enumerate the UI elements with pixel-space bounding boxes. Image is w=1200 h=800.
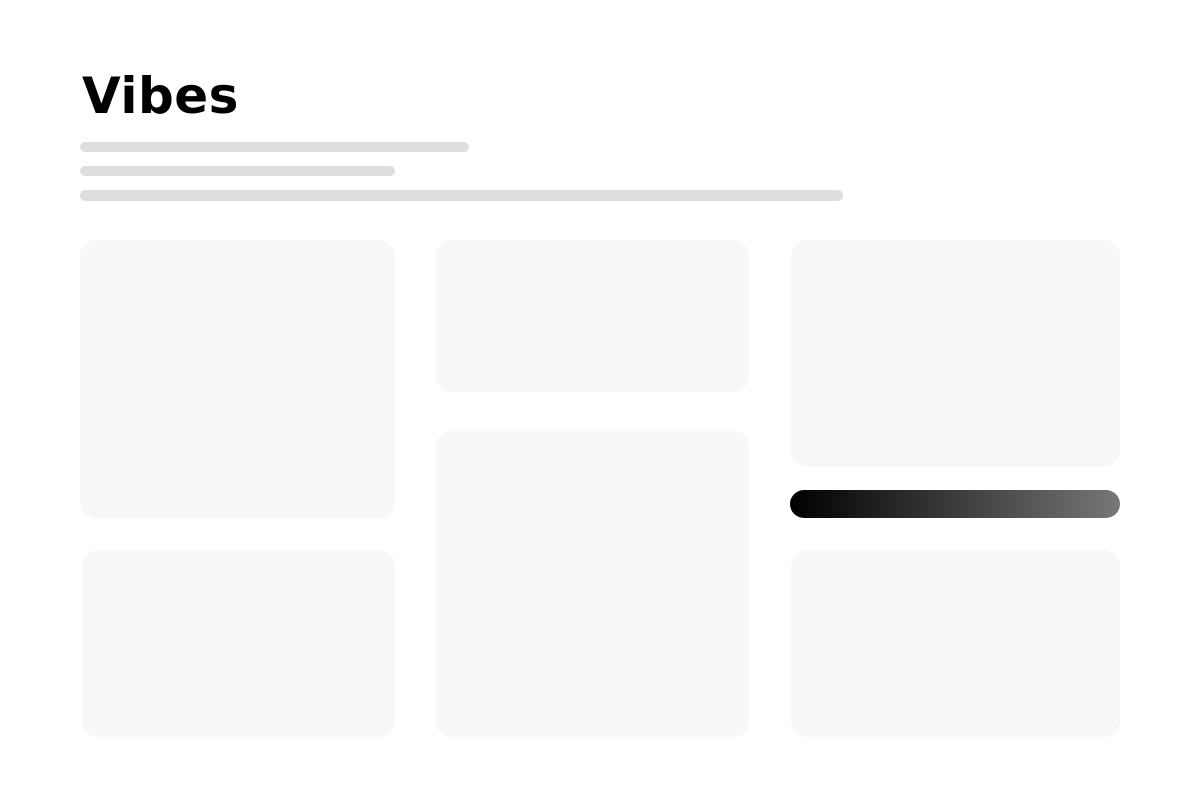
placeholder-card xyxy=(791,240,1120,467)
gradient-bar xyxy=(790,490,1120,518)
placeholder-card xyxy=(436,240,749,392)
page-title: Vibes xyxy=(82,67,239,125)
placeholder-card xyxy=(436,431,749,737)
skeleton-text-line xyxy=(80,190,843,201)
placeholder-card xyxy=(791,550,1120,737)
placeholder-card xyxy=(80,240,395,518)
skeleton-text-line xyxy=(80,166,395,176)
skeleton-text-line xyxy=(80,142,469,152)
placeholder-card xyxy=(82,550,395,737)
